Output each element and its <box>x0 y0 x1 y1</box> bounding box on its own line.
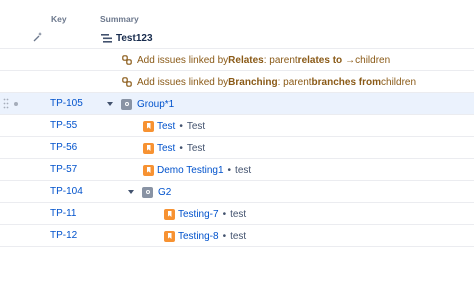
column-header-summary[interactable]: Summary <box>100 14 139 24</box>
issue-summary[interactable]: Test <box>157 121 175 132</box>
root-row: Test123 <box>0 27 474 49</box>
separator-bullet: • <box>179 142 183 154</box>
story-icon <box>143 164 154 176</box>
issue-summary[interactable]: Testing-8 <box>178 231 219 242</box>
link-relation: branches from <box>311 76 382 88</box>
table-row[interactable]: TP-56 Test • Test <box>0 137 474 159</box>
issue-key[interactable]: TP-57 <box>50 164 77 175</box>
link-rule-row[interactable]: Add issues linked by Relates : parent re… <box>0 49 474 71</box>
link-rule-suffix: children <box>355 54 391 66</box>
table-row[interactable]: TP-104 G2 <box>0 181 474 203</box>
link-rule-prefix: Add issues linked by <box>137 76 229 88</box>
table-row[interactable]: TP-55 Test • Test <box>0 115 474 137</box>
group-title[interactable]: G2 <box>158 187 171 198</box>
separator-bullet: • <box>227 164 232 176</box>
issue-key[interactable]: TP-55 <box>50 120 77 131</box>
table-row[interactable]: TP-105 Group*1 <box>0 93 474 115</box>
issue-key[interactable]: TP-12 <box>50 230 77 241</box>
issue-status: test <box>230 230 247 242</box>
link-rule-row[interactable]: Add issues linked by Branching : parent … <box>0 71 474 93</box>
issue-summary[interactable]: Test <box>157 143 175 154</box>
link-rule-mid: : parent <box>263 54 298 66</box>
issue-key[interactable]: TP-104 <box>50 186 83 197</box>
issue-status: Test <box>186 120 206 132</box>
story-icon <box>164 208 175 220</box>
magic-wand-icon[interactable] <box>32 31 44 43</box>
link-rule-prefix: Add issues linked by <box>137 54 229 66</box>
story-icon <box>143 120 154 132</box>
link-type-name: Branching <box>228 76 278 88</box>
issue-key[interactable]: TP-11 <box>50 208 77 219</box>
link-icon <box>122 77 132 87</box>
structure-title[interactable]: Test123 <box>116 33 153 44</box>
separator-bullet: • <box>179 120 183 132</box>
hierarchy-icon <box>101 33 112 43</box>
table-row[interactable]: TP-12 Testing-8 • test <box>0 225 474 247</box>
issue-status: test <box>230 208 247 220</box>
arrow-icon: → <box>345 54 356 66</box>
link-type-name: Relates <box>228 54 264 66</box>
row-marker-dot <box>14 102 18 106</box>
separator-bullet: • <box>222 208 227 220</box>
issue-key[interactable]: TP-56 <box>50 142 77 153</box>
link-relation: relates to <box>297 54 343 66</box>
column-header-key[interactable]: Key <box>51 14 67 24</box>
link-rule-mid: : parent <box>277 76 312 88</box>
table-row[interactable]: TP-11 Testing-7 • test <box>0 203 474 225</box>
table-header: Key Summary <box>0 0 474 27</box>
link-icon <box>122 55 132 65</box>
issue-status: test <box>235 164 252 176</box>
group-icon <box>142 186 153 198</box>
issue-summary[interactable]: Testing-7 <box>178 209 219 220</box>
issue-status: Test <box>186 142 206 154</box>
separator-bullet: • <box>222 230 227 242</box>
story-icon <box>164 230 175 242</box>
group-icon <box>121 98 132 110</box>
issue-key[interactable]: TP-105 <box>50 98 83 109</box>
group-title[interactable]: Group*1 <box>137 99 174 110</box>
table-row[interactable]: TP-57 Demo Testing1 • test <box>0 159 474 181</box>
chevron-down-icon[interactable] <box>107 102 113 106</box>
drag-handle-icon[interactable] <box>3 98 9 109</box>
link-rule-suffix: children <box>381 76 417 88</box>
issue-summary[interactable]: Demo Testing1 <box>157 165 224 176</box>
chevron-down-icon[interactable] <box>128 190 134 194</box>
story-icon <box>143 142 154 154</box>
